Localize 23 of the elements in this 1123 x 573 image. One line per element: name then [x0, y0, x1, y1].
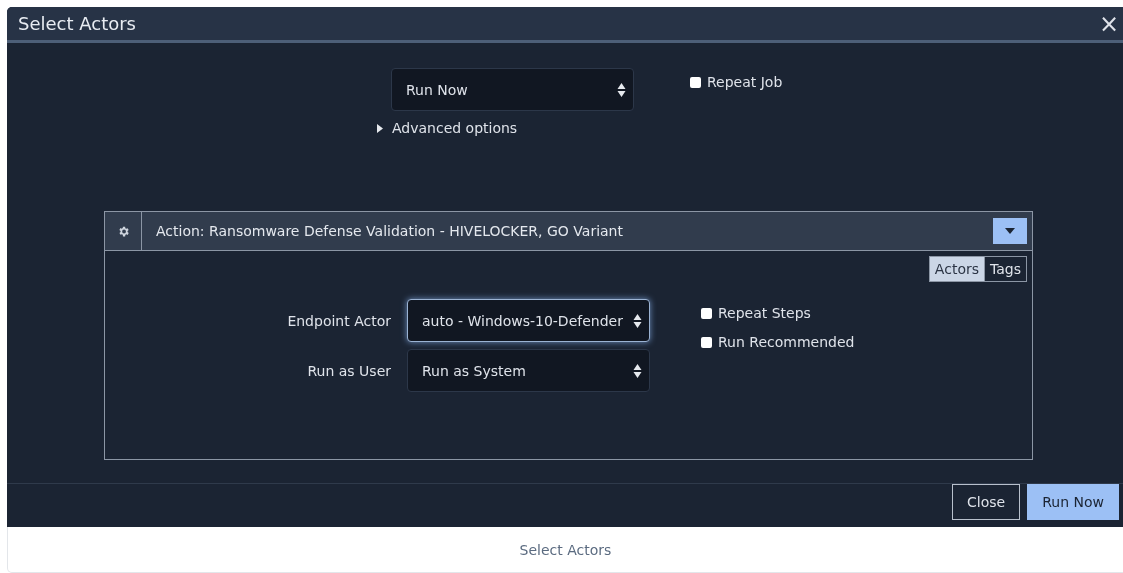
schedule-select[interactable]: Run Now — [391, 68, 634, 111]
checkbox[interactable]: Repeat Job — [690, 74, 783, 90]
sort-icon — [633, 312, 642, 329]
select-field[interactable]: Run as System — [407, 349, 650, 392]
sort-icon — [617, 81, 626, 98]
secondary-button[interactable]: Close — [952, 484, 1021, 520]
sort-icon — [633, 362, 642, 379]
checkbox[interactable]: Run Recommended — [701, 334, 855, 350]
action-title: Action: Ransomware Defense Validation - HIVELOCKER, GO Variant — [155, 223, 624, 239]
field-label: Endpoint Actor — [287, 311, 391, 331]
field-label: Run as User — [307, 361, 391, 381]
caret-icon — [1005, 228, 1015, 234]
caret-icon — [377, 123, 383, 133]
caption: Select Actors — [519, 541, 612, 558]
dropdown-button[interactable] — [993, 218, 1027, 244]
checkbox[interactable]: Repeat Steps — [701, 305, 855, 321]
advanced-options-toggle[interactable]: Advanced options — [377, 120, 634, 136]
close-button[interactable]: × — [1094, 9, 1123, 38]
dialog-title: Select Actors — [18, 13, 136, 34]
select-field[interactable]: auto - Windows-10-Defender — [407, 299, 650, 342]
tab[interactable]: Tags — [984, 257, 1026, 281]
tab[interactable]: Actors — [929, 257, 984, 281]
primary-button[interactable]: Run Now — [1027, 484, 1119, 520]
